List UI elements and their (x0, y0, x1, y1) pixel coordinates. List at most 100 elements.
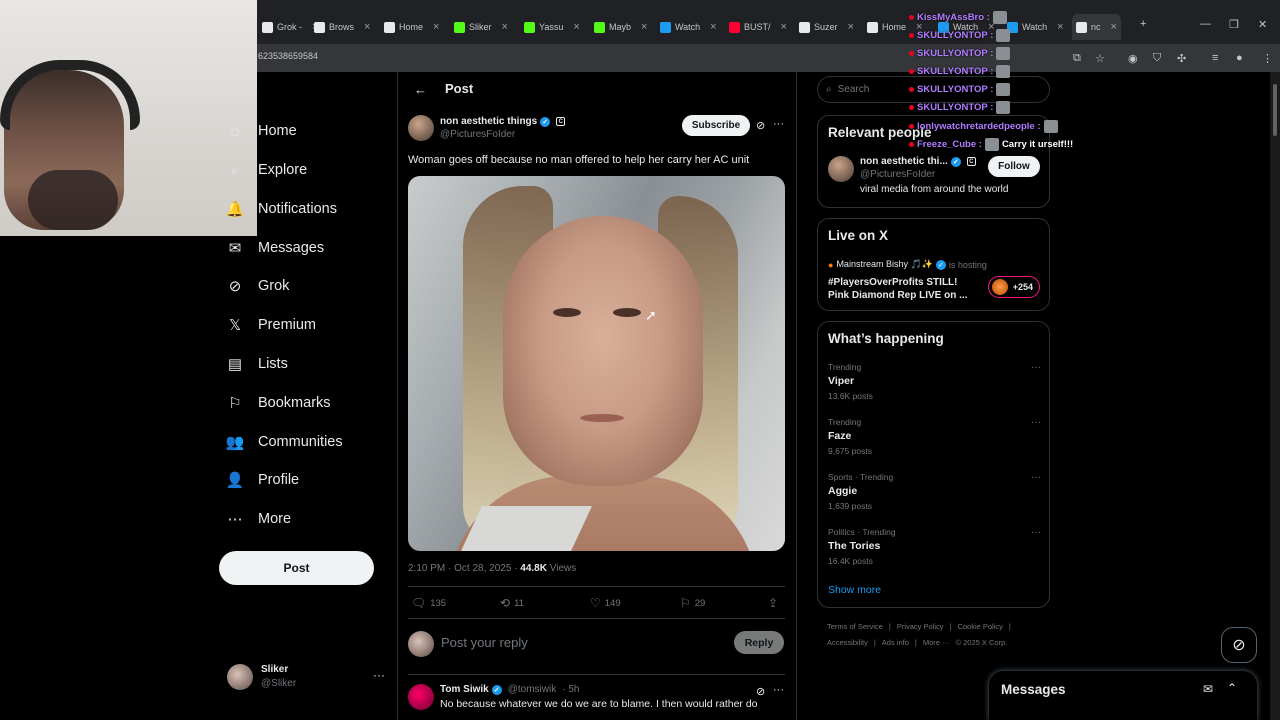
nav-item-lists[interactable]: ▤ Lists (226, 355, 288, 373)
menu-icon[interactable]: ⋮ (1262, 52, 1273, 65)
expand-icon[interactable]: ⌃ (1227, 681, 1237, 695)
footer-separator: | (949, 622, 952, 631)
account-name: Sliker (261, 664, 289, 675)
footer-link[interactable]: Cookie Policy (957, 622, 1002, 631)
extension-icon[interactable]: ◉ (1128, 52, 1138, 65)
like-action[interactable]: ♡ 149 (590, 596, 621, 610)
more-dots-icon[interactable]: ··· (1031, 417, 1041, 428)
more-dots-icon[interactable]: ··· (373, 668, 385, 682)
footer-link[interactable]: Terms of Service (827, 622, 883, 631)
browser-tab[interactable]: BUST/ × (725, 14, 791, 40)
author-name[interactable]: non aesthetic things ✓ C (440, 116, 566, 127)
nav-item-premium[interactable]: 𝕏 Premium (226, 316, 316, 334)
nav-item-grok[interactable]: ⊘ Grok (226, 277, 290, 295)
footer-separator: | (888, 622, 891, 631)
nav-item-explore[interactable]: ⌕ Explore (226, 161, 307, 179)
media-icon[interactable]: ≡ (1212, 52, 1218, 64)
nav-item-bookmarks[interactable]: ⚐ Bookmarks (226, 394, 330, 412)
new-tab-button[interactable]: + (1140, 18, 1146, 30)
browser-tab[interactable]: Suzer × (795, 14, 858, 40)
nav-item-more[interactable]: ⋯ More (226, 510, 292, 528)
grok-float-button[interactable]: ⊘ (1221, 627, 1257, 663)
close-tab-icon[interactable]: × (573, 21, 579, 33)
account-switcher[interactable]: Sliker @Sliker ··· (227, 662, 387, 692)
comment-author[interactable]: Tom Siwik ✓ @tomsiwik · 5h (440, 684, 579, 695)
reply-input[interactable]: Post your reply (441, 635, 528, 650)
listener-badge[interactable]: +254 (988, 276, 1040, 298)
nav-item-notifications[interactable]: 🔔 Notifications (226, 200, 337, 218)
more-dots-icon[interactable]: ··· (1031, 527, 1041, 538)
more-dots-icon[interactable]: ··· (773, 118, 784, 130)
nav-item-label: More (258, 511, 292, 527)
close-tab-icon[interactable]: × (433, 21, 439, 33)
nav-item-label: Grok (258, 278, 290, 294)
reply-icon: 🗨 (411, 596, 427, 610)
live-on-x-card[interactable]: Live on X ● Mainstream Bishy 🎵✨ ✓ is hos… (817, 218, 1050, 311)
live-title[interactable]: #PlayersOverProfits STILL! Pink Diamond … (828, 276, 973, 302)
footer-link[interactable]: Ads info (882, 638, 909, 647)
scrollbar-thumb[interactable] (1273, 84, 1277, 136)
list-icon: ▤ (227, 356, 243, 373)
trend-item[interactable]: Trending Viper 13.6K posts ··· (828, 362, 1043, 401)
post-button[interactable]: Post (219, 551, 374, 585)
browser-tab[interactable]: Home × (380, 14, 443, 40)
nav-item-communities[interactable]: 👥 Communities (226, 433, 343, 451)
close-tab-icon[interactable]: × (848, 21, 854, 33)
more-dots-icon[interactable]: ··· (1031, 472, 1041, 483)
close-tab-icon[interactable]: × (364, 21, 370, 33)
footer-link[interactable]: © 2025 X Corp. (956, 638, 1008, 647)
browser-tab[interactable]: Brows × (310, 14, 374, 40)
share-action[interactable]: ⇪ (768, 596, 778, 610)
trend-item[interactable]: Sports · Trending Aggie 1,639 posts ··· (828, 472, 1043, 511)
relevant-person-name[interactable]: non aesthetic thi... ✓ C (860, 156, 976, 167)
nav-item-home[interactable]: ⌂ Home (226, 122, 296, 140)
messages-drawer[interactable]: Messages ✉ ⌃ (989, 671, 1257, 720)
close-tab-icon[interactable]: × (502, 21, 508, 33)
reply-action[interactable]: 🗨 135 (411, 596, 446, 610)
close-tab-icon[interactable]: × (710, 21, 716, 33)
nav-item-profile[interactable]: 👤 Profile (226, 471, 299, 489)
browser-tab[interactable]: Mayb × (590, 14, 651, 40)
show-more-link[interactable]: Show more (828, 584, 881, 596)
more-dots-icon[interactable]: ··· (773, 684, 784, 696)
minimize-button[interactable]: — (1200, 18, 1211, 30)
reply-button[interactable]: Reply (734, 631, 784, 654)
subscribe-button[interactable]: Subscribe (682, 115, 750, 136)
bookmark-action[interactable]: ⚐ 29 (680, 596, 705, 610)
close-tab-icon[interactable]: × (1111, 21, 1117, 33)
nav-item-messages[interactable]: ✉ Messages (226, 239, 324, 257)
scrollbar[interactable] (1270, 72, 1280, 720)
maximize-button[interactable]: ❐ (1229, 18, 1239, 31)
new-message-icon[interactable]: ✉ (1203, 682, 1213, 696)
comment-avatar[interactable] (408, 684, 434, 710)
close-tab-icon[interactable]: × (781, 21, 787, 33)
close-window-button[interactable]: ✕ (1258, 18, 1267, 31)
footer-link[interactable]: Accessibility (827, 638, 868, 647)
trend-item[interactable]: Politics · Trending The Tories 16.4K pos… (828, 527, 1043, 566)
browser-tab[interactable]: Yassu × (520, 14, 584, 40)
repost-action[interactable]: ⟲ 11 (500, 596, 524, 610)
author-avatar[interactable] (408, 115, 434, 141)
footer-link[interactable]: More ··· (923, 638, 950, 647)
footer-link[interactable]: Privacy Policy (897, 622, 944, 631)
trend-item[interactable]: Trending Faze 9,675 posts ··· (828, 417, 1043, 456)
post-video[interactable] (408, 176, 785, 551)
close-tab-icon[interactable]: × (1057, 21, 1063, 33)
browser-tab[interactable]: Watch × (656, 14, 721, 40)
grok-icon[interactable]: ⊘ (756, 685, 765, 698)
star-icon[interactable]: ☆ (1095, 52, 1105, 65)
browser-tab[interactable]: nc × (1072, 14, 1121, 40)
follow-button[interactable]: Follow (988, 156, 1040, 177)
shield-icon[interactable]: ⛉ (1153, 52, 1161, 65)
puzzle-icon[interactable]: ✣ (1177, 52, 1186, 65)
install-icon[interactable]: ⧉ (1073, 52, 1081, 65)
author-handle[interactable]: @PicturesFoIder (440, 129, 515, 140)
grok-icon[interactable]: ⊘ (756, 119, 765, 132)
profile-icon[interactable]: ● (1236, 52, 1243, 64)
browser-tab[interactable]: Sliker × (450, 14, 512, 40)
url-text[interactable]: 623538659584 (258, 51, 318, 61)
avatar[interactable] (828, 156, 854, 182)
back-arrow-icon[interactable]: ← (414, 82, 427, 97)
more-dots-icon[interactable]: ··· (1031, 362, 1041, 373)
close-tab-icon[interactable]: × (641, 21, 647, 33)
